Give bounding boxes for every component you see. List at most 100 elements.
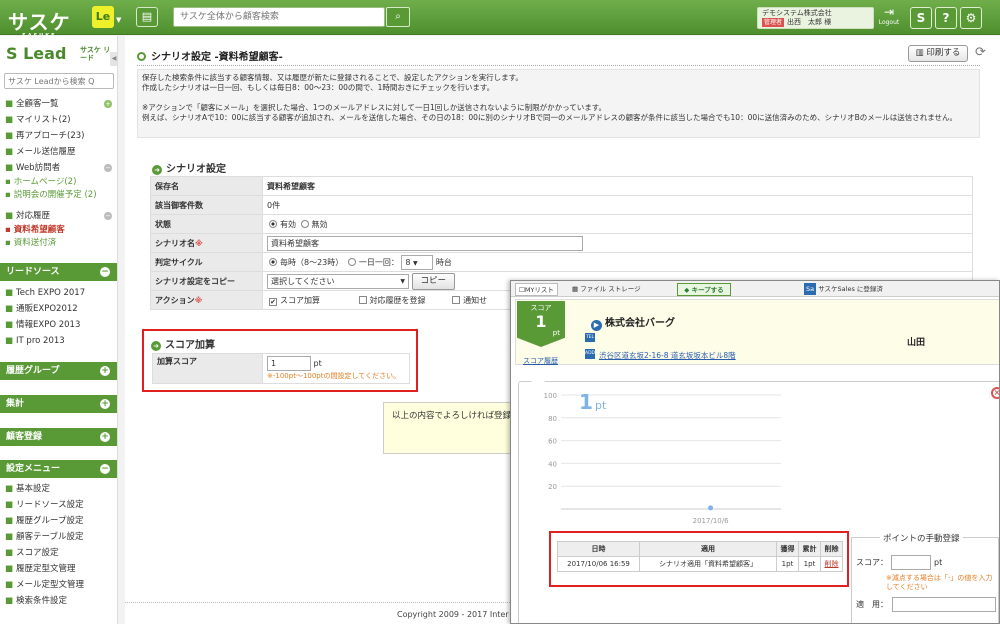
company-name[interactable]: ▶ 株式会社バーグ <box>591 314 675 331</box>
form-row-cycle: 判定サイクル 毎時（8〜23時） 一日一回： 8 ▼ 時台 <box>150 252 973 272</box>
settings-item-customer-table[interactable]: ■ 顧客テーブル設定 <box>0 529 117 545</box>
score-flag: スコア 1 pt <box>517 301 565 347</box>
customer-reg-section: 顧客登録 + <box>0 428 117 446</box>
sidebar-item-document-request[interactable]: ▪ 資料希望顧客 <box>0 224 117 237</box>
cycle-daily-radio[interactable] <box>347 257 356 266</box>
settings-item-lead-source[interactable]: ■ リードソース設定 <box>0 497 117 513</box>
storage-tab[interactable]: ▦ ファイル ストレージ <box>569 283 644 296</box>
manual-score-input[interactable] <box>891 555 931 570</box>
current-score-unit: pt <box>595 399 607 412</box>
settings-item-history-template[interactable]: ■ 履歴定型文管理 <box>0 561 117 577</box>
sidebar-item-label: Web訪問者 <box>16 163 61 173</box>
column-header: 適用 <box>639 541 777 557</box>
sasuke-logo[interactable]: サスケ SASUKE <box>8 6 71 39</box>
score-history-table: 日時 適用 獲得 累計 削除 2017/10/06 16:59 シナリオ適用「資… <box>557 541 843 572</box>
score-input[interactable]: 1 <box>267 356 311 371</box>
lead-source-label: Tech EXPO 2017 <box>16 288 86 298</box>
cycle-hour-select[interactable]: 8 ▼ <box>401 254 434 270</box>
action-score-checkbox[interactable]: ✔ <box>269 297 277 306</box>
notes-icon[interactable]: ▤ <box>136 7 158 27</box>
mylist-tab[interactable]: ☐MYリスト <box>515 283 558 296</box>
lead-source-item[interactable]: ■ 通販EXPO2012 <box>0 301 117 317</box>
sidebar-search-input[interactable] <box>4 73 114 89</box>
sidebar-item-label: 説明会の開催予定 (2) <box>13 190 97 200</box>
sidebar-item-mylist[interactable]: ■ マイリスト(2) <box>0 112 117 128</box>
select-value: 8 <box>405 257 411 267</box>
sidebar-item-reapproach[interactable]: ■ 再アプローチ(23) <box>0 128 117 144</box>
sidebar-item-web-visitors[interactable]: ■ Web訪問者 − <box>0 160 117 176</box>
le-app-badge[interactable]: Le <box>92 6 114 28</box>
sidebar: S Lead サスケ リード ◀ ■全顧客一覧+ ■マイリスト(2) ■再アプロ… <box>0 36 118 624</box>
expand-icon[interactable]: + <box>100 399 110 409</box>
form-label: シナリオ設定をコピー <box>150 271 263 291</box>
help-icon[interactable]: ? <box>935 7 957 29</box>
action-notify-checkbox[interactable] <box>452 295 461 304</box>
gear-icon[interactable]: ⚙ <box>960 7 982 29</box>
sidebar-item-homepage[interactable]: ▪ ホームページ(2) <box>0 176 117 189</box>
scenario-name-input[interactable]: 資料希望顧客 <box>267 235 583 251</box>
manual-unit: pt <box>934 558 943 567</box>
copy-button[interactable]: コピー <box>411 272 456 290</box>
settings-item-label: 履歴グループ設定 <box>16 516 84 526</box>
address-link[interactable]: 渋谷区道玄坂2-16-8 道玄坂坂本ビル8階 <box>599 350 736 361</box>
add-icon[interactable]: + <box>104 100 112 108</box>
settings-item-search-condition[interactable]: ■ 検索条件設定 <box>0 593 117 609</box>
lead-source-item[interactable]: ■ 情報EXPO 2013 <box>0 317 117 333</box>
refresh-icon[interactable]: ⟳ <box>975 45 986 60</box>
logout-button[interactable]: ⇥ Logout <box>878 5 900 29</box>
settings-item-history-group[interactable]: ■ 履歴グループ設定 <box>0 513 117 529</box>
collapse-icon[interactable]: − <box>104 164 112 172</box>
sales-registered-badge[interactable]: Sa サスケSales に登録済 <box>801 283 886 296</box>
y-tick-label: 100 <box>544 392 557 400</box>
cycle-hourly-radio[interactable] <box>269 257 277 266</box>
company-name-text: 株式会社バーグ <box>605 318 675 329</box>
collapse-icon[interactable]: − <box>100 464 110 474</box>
user-info[interactable]: デモシステム株式会社 管理者 出西 太郎 様 <box>757 7 874 29</box>
search-icon[interactable]: ⌕ <box>386 7 410 27</box>
sasuke-home-icon[interactable]: S <box>910 7 932 29</box>
aggregate-header[interactable]: 集計 + <box>0 395 117 413</box>
manual-apply-input[interactable] <box>892 597 996 612</box>
copy-scenario-select[interactable]: 選択してください ▼ <box>267 273 409 289</box>
notice-line: 作成したシナリオは一日一回、もしくは毎日8：00〜23：00の間で、1時間おきに… <box>142 83 495 92</box>
settings-item-basic[interactable]: ■ 基本設定 <box>0 481 117 497</box>
sidebar-item-seminar[interactable]: ▪ 説明会の開催予定 (2) <box>0 189 117 202</box>
score-history-link[interactable]: スコア履歴 <box>523 356 558 366</box>
divider <box>137 65 980 66</box>
history-group-header[interactable]: 履歴グループ + <box>0 362 117 380</box>
settings-item-label: リードソース設定 <box>16 500 84 510</box>
action-history-checkbox[interactable] <box>358 295 367 304</box>
arrow-right-icon: ➜ <box>152 165 162 175</box>
lead-source-item[interactable]: ■ IT pro 2013 <box>0 333 117 349</box>
delete-link[interactable]: 削除 <box>825 560 839 568</box>
title-bullet-icon <box>137 52 146 61</box>
close-icon[interactable]: × <box>991 387 999 399</box>
sidebar-collapse-handle[interactable]: ◀ <box>110 52 117 66</box>
status-on-radio[interactable] <box>269 219 277 228</box>
sidebar-item-document-sent[interactable]: ▪ 資料送付済 <box>0 237 117 250</box>
collapse-icon[interactable]: − <box>104 212 112 220</box>
sidebar-item-all-customers[interactable]: ■ 全顧客一覧 + <box>0 96 117 112</box>
notice-line: 例えば、シナリオAで10：00に該当する顧客が追加され、メールを送信した場合、そ… <box>142 113 958 122</box>
sidebar-item-mail-history[interactable]: ■ メール送信履歴 <box>0 144 117 160</box>
app-switch-chevron-icon[interactable]: ▼ <box>116 16 121 24</box>
tab-label: キープする <box>691 286 724 294</box>
customer-reg-header[interactable]: 顧客登録 + <box>0 428 117 446</box>
settings-item-score[interactable]: ■ スコア設定 <box>0 545 117 561</box>
radio-label: 無効 <box>311 219 328 229</box>
settings-item-mail-template[interactable]: ■ メール定型文管理 <box>0 577 117 593</box>
global-search-input[interactable] <box>173 7 385 27</box>
settings-header[interactable]: 設定メニュー − <box>0 460 117 478</box>
sidebar-item-history[interactable]: ■ 対応履歴 − <box>0 208 117 224</box>
keep-button[interactable]: ◆ キープする <box>677 283 731 296</box>
expand-icon[interactable]: + <box>100 432 110 442</box>
expand-icon[interactable]: + <box>100 366 110 376</box>
settings-item-label: メール定型文管理 <box>16 580 85 590</box>
collapse-icon[interactable]: − <box>100 267 110 277</box>
print-button[interactable]: ▥ 印刷する <box>908 45 968 62</box>
lead-source-item[interactable]: ■ Tech EXPO 2017 <box>0 285 117 301</box>
section-title-text: シナリオ設定 <box>166 164 226 175</box>
radio-label: 毎時（8〜23時） <box>280 257 344 267</box>
lead-source-header[interactable]: リードソース − <box>0 263 117 281</box>
status-off-radio[interactable] <box>300 219 309 228</box>
